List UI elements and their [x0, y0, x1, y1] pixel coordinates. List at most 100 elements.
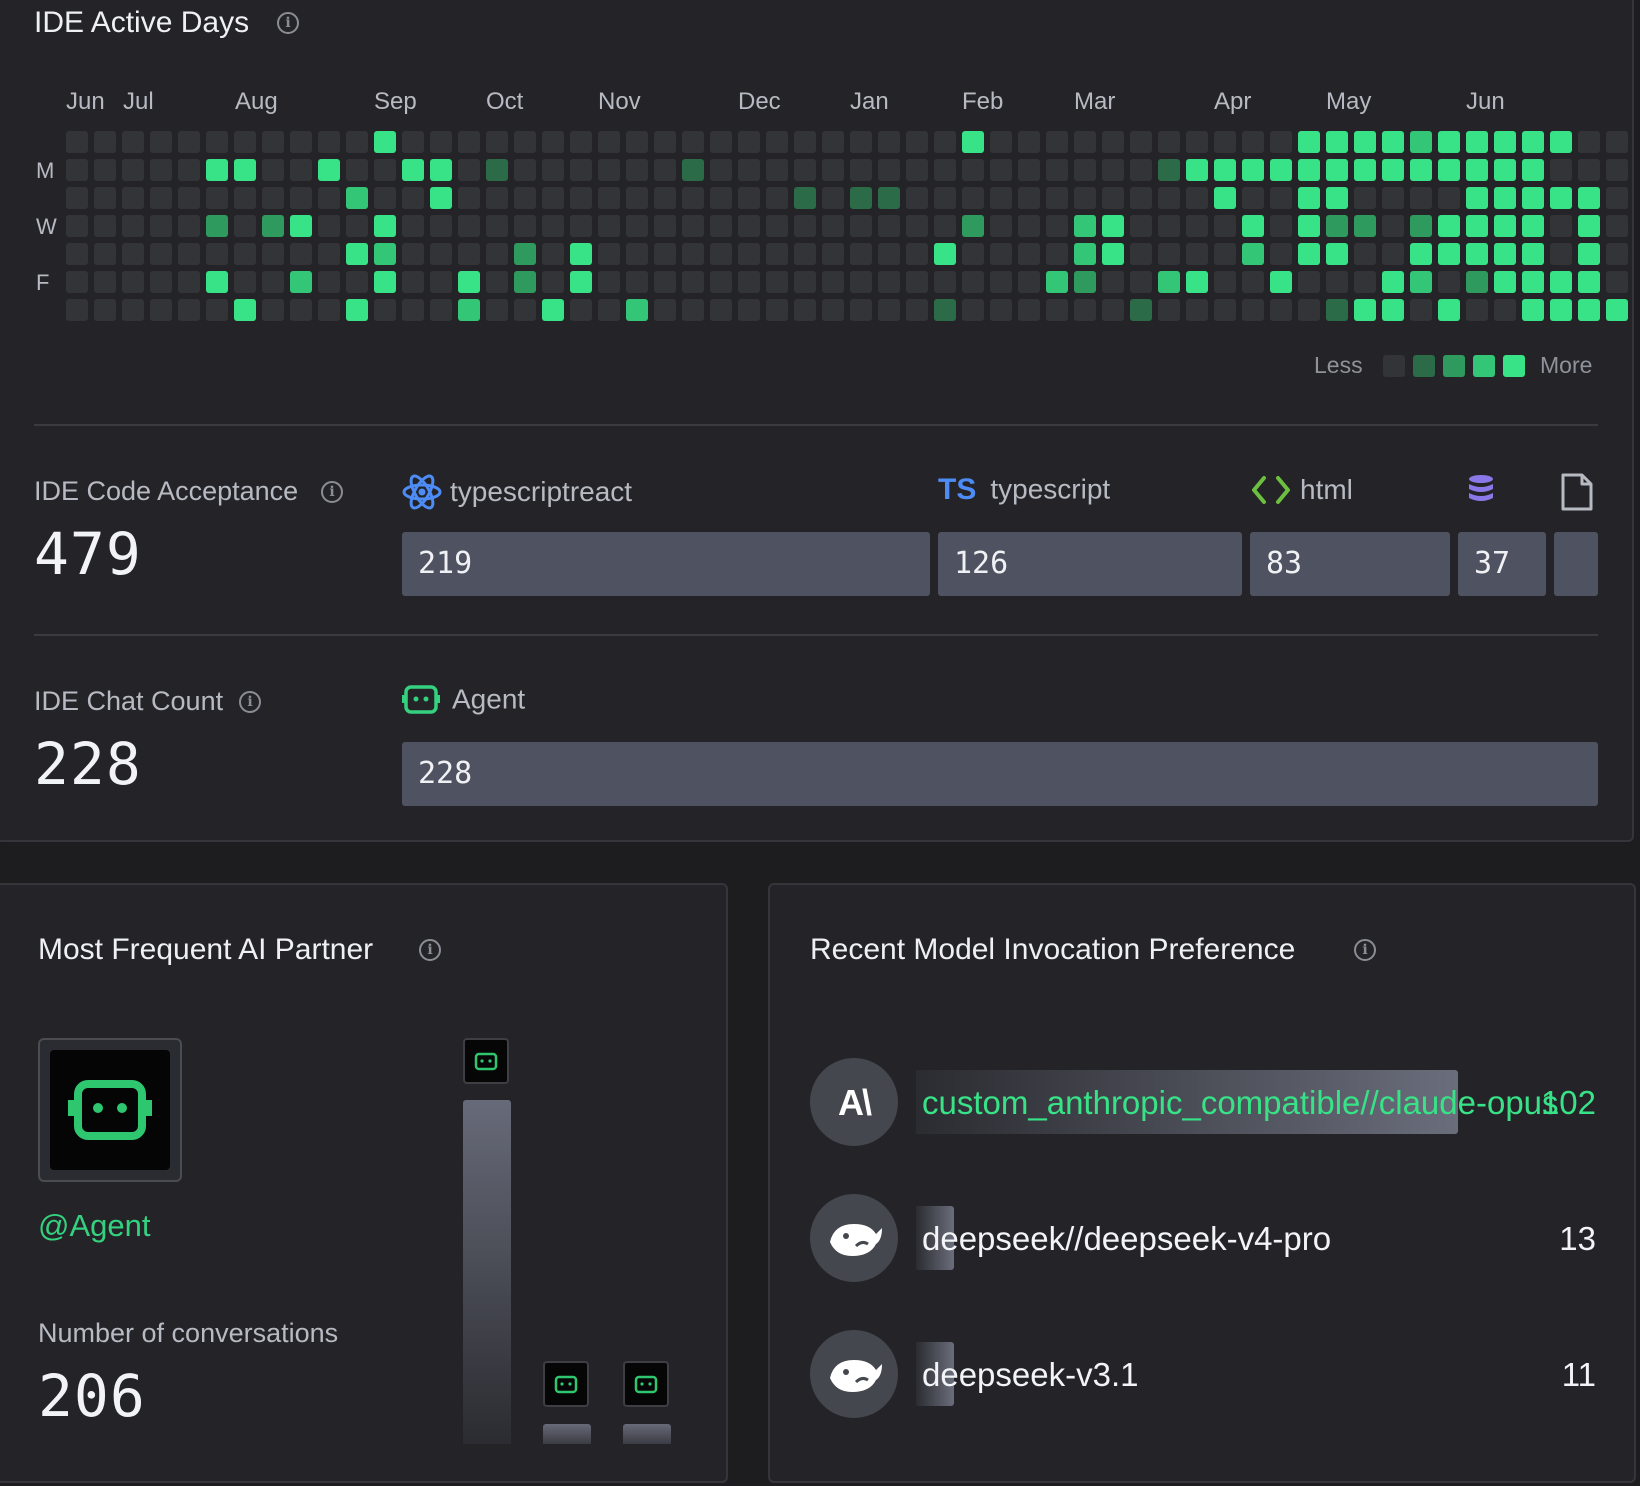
heatmap-cell[interactable]: [1354, 159, 1376, 181]
heatmap-cell[interactable]: [1382, 243, 1404, 265]
heatmap-cell[interactable]: [1214, 131, 1236, 153]
heatmap-cell[interactable]: [1578, 131, 1600, 153]
heatmap-cell[interactable]: [1606, 215, 1628, 237]
heatmap-cell[interactable]: [542, 215, 564, 237]
model-name[interactable]: custom_anthropic_compatible//claude-opus: [922, 1084, 1559, 1122]
heatmap-cell[interactable]: [906, 271, 928, 293]
heatmap-cell[interactable]: [1354, 131, 1376, 153]
heatmap-cell[interactable]: [766, 159, 788, 181]
heatmap-cell[interactable]: [766, 215, 788, 237]
heatmap-cell[interactable]: [514, 299, 536, 321]
heatmap-cell[interactable]: [570, 131, 592, 153]
heatmap-cell[interactable]: [934, 131, 956, 153]
heatmap-cell[interactable]: [710, 187, 732, 209]
heatmap-cell[interactable]: [374, 131, 396, 153]
heatmap-cell[interactable]: [906, 299, 928, 321]
heatmap-cell[interactable]: [1130, 131, 1152, 153]
heatmap-cell[interactable]: [1270, 159, 1292, 181]
heatmap-cell[interactable]: [1046, 159, 1068, 181]
heatmap-cell[interactable]: [990, 187, 1012, 209]
heatmap-cell[interactable]: [822, 159, 844, 181]
heatmap-cell[interactable]: [122, 243, 144, 265]
heatmap-cell[interactable]: [1270, 131, 1292, 153]
heatmap-cell[interactable]: [1270, 215, 1292, 237]
heatmap-cell[interactable]: [122, 271, 144, 293]
heatmap-cell[interactable]: [682, 187, 704, 209]
heatmap-cell[interactable]: [262, 299, 284, 321]
heatmap-cell[interactable]: [1102, 159, 1124, 181]
heatmap-cell[interactable]: [1326, 299, 1348, 321]
heatmap-cell[interactable]: [66, 215, 88, 237]
heatmap-cell[interactable]: [654, 299, 676, 321]
heatmap-cell[interactable]: [1102, 243, 1124, 265]
heatmap-cell[interactable]: [1186, 243, 1208, 265]
heatmap-cell[interactable]: [262, 271, 284, 293]
heatmap-cell[interactable]: [1046, 271, 1068, 293]
heatmap-cell[interactable]: [1522, 215, 1544, 237]
heatmap-cell[interactable]: [374, 271, 396, 293]
heatmap-cell[interactable]: [710, 131, 732, 153]
heatmap-cell[interactable]: [1438, 159, 1460, 181]
heatmap-cell[interactable]: [822, 271, 844, 293]
heatmap-cell[interactable]: [878, 271, 900, 293]
heatmap-cell[interactable]: [290, 131, 312, 153]
heatmap-cell[interactable]: [710, 159, 732, 181]
heatmap-cell[interactable]: [1298, 299, 1320, 321]
heatmap-cell[interactable]: [850, 299, 872, 321]
heatmap-cell[interactable]: [1046, 215, 1068, 237]
heatmap-cell[interactable]: [290, 215, 312, 237]
heatmap-cell[interactable]: [290, 271, 312, 293]
heatmap-cell[interactable]: [206, 243, 228, 265]
heatmap-cell[interactable]: [962, 131, 984, 153]
heatmap-cell[interactable]: [1354, 215, 1376, 237]
heatmap-cell[interactable]: [766, 299, 788, 321]
heatmap-cell[interactable]: [178, 187, 200, 209]
heatmap-cell[interactable]: [1578, 159, 1600, 181]
heatmap-cell[interactable]: [1018, 131, 1040, 153]
heatmap-cell[interactable]: [486, 159, 508, 181]
heatmap-cell[interactable]: [430, 215, 452, 237]
heatmap-cell[interactable]: [1494, 187, 1516, 209]
heatmap-cell[interactable]: [794, 131, 816, 153]
heatmap-cell[interactable]: [122, 215, 144, 237]
heatmap-cell[interactable]: [1606, 271, 1628, 293]
heatmap-cell[interactable]: [94, 131, 116, 153]
heatmap-cell[interactable]: [654, 215, 676, 237]
heatmap-cell[interactable]: [1382, 131, 1404, 153]
heatmap-cell[interactable]: [402, 271, 424, 293]
heatmap-cell[interactable]: [1550, 299, 1572, 321]
heatmap-cell[interactable]: [1242, 131, 1264, 153]
heatmap-cell[interactable]: [1522, 131, 1544, 153]
heatmap-cell[interactable]: [1522, 159, 1544, 181]
heatmap-cell[interactable]: [402, 159, 424, 181]
heatmap-cell[interactable]: [66, 271, 88, 293]
heatmap-cell[interactable]: [1438, 131, 1460, 153]
heatmap-cell[interactable]: [234, 159, 256, 181]
heatmap-cell[interactable]: [542, 299, 564, 321]
info-icon[interactable]: i: [419, 939, 441, 961]
heatmap-cell[interactable]: [934, 159, 956, 181]
heatmap-cell[interactable]: [794, 215, 816, 237]
heatmap-cell[interactable]: [1410, 131, 1432, 153]
heatmap-cell[interactable]: [1522, 243, 1544, 265]
heatmap-cell[interactable]: [346, 271, 368, 293]
heatmap-cell[interactable]: [934, 299, 956, 321]
heatmap-cell[interactable]: [1270, 187, 1292, 209]
heatmap-cell[interactable]: [262, 215, 284, 237]
heatmap-cell[interactable]: [234, 243, 256, 265]
heatmap-cell[interactable]: [430, 159, 452, 181]
heatmap-cell[interactable]: [290, 187, 312, 209]
heatmap-cell[interactable]: [1270, 271, 1292, 293]
heatmap-cell[interactable]: [962, 243, 984, 265]
heatmap-cell[interactable]: [1354, 271, 1376, 293]
heatmap-cell[interactable]: [738, 271, 760, 293]
heatmap-cell[interactable]: [1158, 131, 1180, 153]
heatmap-cell[interactable]: [486, 215, 508, 237]
heatmap-cell[interactable]: [94, 215, 116, 237]
heatmap-cell[interactable]: [822, 215, 844, 237]
heatmap-cell[interactable]: [374, 187, 396, 209]
heatmap-cell[interactable]: [514, 271, 536, 293]
heatmap-cell[interactable]: [346, 131, 368, 153]
heatmap-cell[interactable]: [1326, 187, 1348, 209]
heatmap-cell[interactable]: [850, 187, 872, 209]
